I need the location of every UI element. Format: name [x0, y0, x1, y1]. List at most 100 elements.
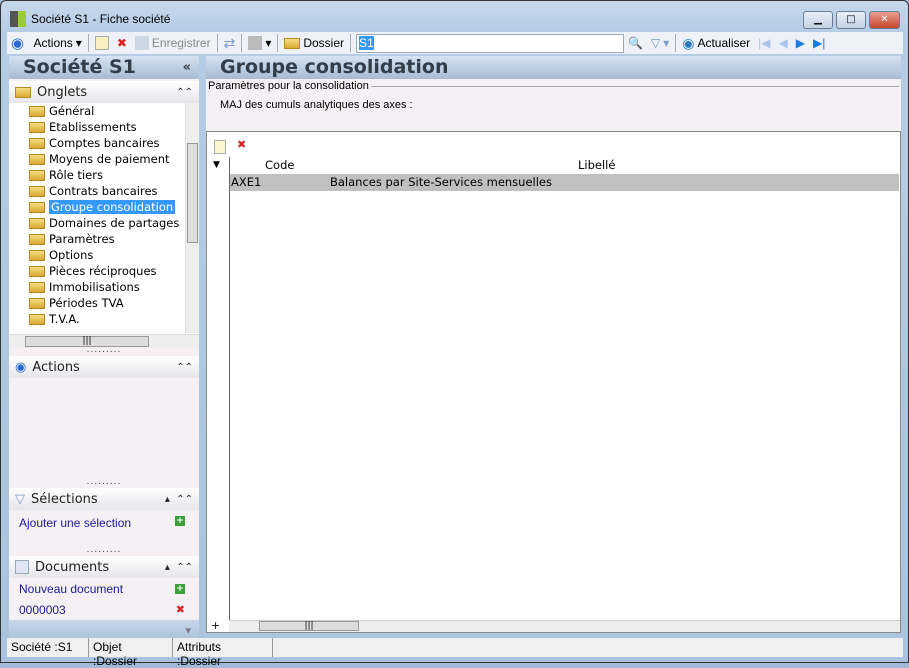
- folder-button[interactable]: Dossier: [280, 33, 348, 53]
- folder-icon: [29, 217, 45, 229]
- splitter[interactable]: .........: [9, 546, 199, 556]
- document-link[interactable]: 0000003: [19, 603, 66, 617]
- sync-button[interactable]: ⇄: [220, 33, 240, 53]
- tree-vertical-scrollbar[interactable]: [185, 103, 199, 333]
- collapse-icon[interactable]: ⌃⌃: [176, 87, 193, 98]
- folder-label: Dossier: [303, 36, 345, 50]
- actions-section-header[interactable]: ◉ Actions ⌃⌃: [9, 356, 199, 378]
- tree-item[interactable]: Immobilisations: [9, 279, 199, 295]
- search-input[interactable]: S1: [356, 33, 625, 53]
- filter-button[interactable]: ▽ ▾: [647, 33, 673, 53]
- tree-item[interactable]: Contrats bancaires: [9, 183, 199, 199]
- minimize-button[interactable]: ▁: [803, 11, 833, 29]
- row-menu-icon[interactable]: ▼: [213, 160, 220, 170]
- selections-body: Ajouter une sélection +: [9, 510, 199, 548]
- left-panel: Société S1 « Onglets ⌃⌃ Général Etablisseme…: [9, 56, 199, 642]
- expand-icon[interactable]: +: [211, 619, 220, 632]
- new-button[interactable]: [91, 33, 113, 53]
- column-header-label[interactable]: Libellé: [578, 158, 615, 172]
- tree-item-label: Contrats bancaires: [49, 184, 158, 198]
- folder-icon: [29, 185, 45, 197]
- actions-label: Actions: [33, 36, 73, 50]
- tree-item[interactable]: Moyens de paiement: [9, 151, 199, 167]
- save-button[interactable]: Enregistrer: [131, 33, 215, 53]
- actions-section-body: [9, 378, 199, 480]
- prev-button[interactable]: ◀: [775, 33, 792, 53]
- add-icon[interactable]: +: [175, 516, 185, 526]
- toolbar: ◉ Actions ▾ ✖ Enregistrer ⇄ ▾ Dossier S1 …: [7, 32, 903, 54]
- tree-item-label: Rôle tiers: [49, 168, 103, 182]
- scroll-thumb[interactable]: [187, 143, 198, 243]
- splitter[interactable]: .........: [9, 346, 199, 356]
- search-button[interactable]: 🔍: [624, 33, 647, 53]
- main-panel: Groupe consolidation Paramètres pour la …: [206, 56, 901, 633]
- add-row-icon[interactable]: [214, 140, 226, 154]
- separator: [350, 34, 352, 52]
- grid-horizontal-scrollbar[interactable]: |||: [229, 620, 900, 632]
- separator: [277, 34, 279, 52]
- tree-item-label: Groupe consolidation: [49, 200, 176, 214]
- new-document-row: Nouveau document +: [9, 578, 199, 599]
- tree-item[interactable]: Rôle tiers: [9, 167, 199, 183]
- splitter[interactable]: .........: [9, 478, 199, 488]
- new-document-link[interactable]: Nouveau document: [19, 582, 123, 596]
- delete-icon[interactable]: ✖: [176, 603, 185, 616]
- column-header-code[interactable]: Code: [265, 158, 294, 172]
- tree-item[interactable]: Domaines de partages: [9, 215, 199, 231]
- collapse-icon[interactable]: ▴ ⌃⌃: [165, 562, 193, 573]
- selections-section-header[interactable]: ▽ Sélections ▴ ⌃⌃: [9, 488, 199, 510]
- tree-item[interactable]: Etablissements: [9, 119, 199, 135]
- folder-icon: [29, 249, 45, 261]
- status-company: Société :S1: [7, 638, 89, 657]
- tree-horizontal-scrollbar[interactable]: |||: [9, 334, 199, 348]
- collapse-panel-button[interactable]: «: [183, 56, 191, 79]
- tabs-section-header[interactable]: Onglets ⌃⌃: [9, 81, 199, 103]
- group-box-title: Paramètres pour la consolidation: [206, 79, 901, 93]
- close-button[interactable]: ✕: [869, 11, 900, 29]
- folder-icon: [29, 169, 45, 181]
- folder-icon: [29, 121, 45, 133]
- tree-item[interactable]: Groupe consolidation: [9, 199, 199, 215]
- next-button[interactable]: ▶: [792, 33, 809, 53]
- tree-item[interactable]: Paramètres: [9, 231, 199, 247]
- tree-item-label: Général: [49, 104, 95, 118]
- tree-item-label: Paramètres: [49, 232, 115, 246]
- last-button[interactable]: ▶|: [809, 33, 829, 53]
- first-button[interactable]: |◀: [754, 33, 774, 53]
- table-row[interactable]: AXE1 Balances par Site-Services mensuelle…: [230, 174, 899, 191]
- collapse-icon[interactable]: ⌃⌃: [176, 362, 193, 373]
- tree-item[interactable]: Options: [9, 247, 199, 263]
- tree-item[interactable]: T.V.A.: [9, 311, 199, 327]
- printer-icon: [248, 36, 263, 50]
- refresh-label: Actualiser: [697, 36, 751, 50]
- refresh-button[interactable]: ◉ Actualiser: [678, 33, 754, 53]
- maximize-button[interactable]: □: [836, 11, 866, 29]
- first-icon: |◀: [758, 36, 771, 50]
- status-bar: Société :S1 Objet :Dossier Attributs :Do…: [7, 638, 903, 668]
- axes-grid: ✖ ▼ Code Libellé AXE1 Balances par Site-S…: [206, 131, 901, 633]
- add-icon[interactable]: +: [175, 583, 185, 594]
- target-icon: ◉: [11, 35, 25, 52]
- tree-item[interactable]: Comptes bancaires: [9, 135, 199, 151]
- documents-section-header[interactable]: Documents ▴ ⌃⌃: [9, 556, 199, 578]
- documents-label: Documents: [35, 559, 110, 575]
- tree-item-label: Domaines de partages: [49, 216, 180, 230]
- tree-item[interactable]: Général: [9, 103, 199, 119]
- separator: [241, 34, 243, 52]
- folder-icon: [15, 86, 31, 98]
- delete-row-icon[interactable]: ✖: [237, 138, 246, 151]
- delete-button[interactable]: ✖: [113, 33, 131, 53]
- add-selection-link[interactable]: Ajouter une sélection: [19, 516, 131, 530]
- document-icon: [15, 560, 29, 574]
- save-icon: [134, 36, 149, 50]
- actions-menu[interactable]: ◉ Actions ▾: [7, 33, 86, 53]
- folder-icon: [29, 313, 45, 325]
- tree-item-label: Périodes TVA: [49, 296, 124, 310]
- window: Société S1 - Fiche société ▁ □ ✕ ◉ Actio…: [0, 0, 909, 668]
- tree-item[interactable]: Périodes TVA: [9, 295, 199, 311]
- tree-item[interactable]: Pièces réciproques: [9, 263, 199, 279]
- print-button[interactable]: ▾: [244, 33, 275, 53]
- magnifier-icon: 🔍: [628, 36, 643, 50]
- collapse-icon[interactable]: ▴ ⌃⌃: [165, 494, 193, 505]
- document-item: 0000003 ✖: [9, 599, 199, 620]
